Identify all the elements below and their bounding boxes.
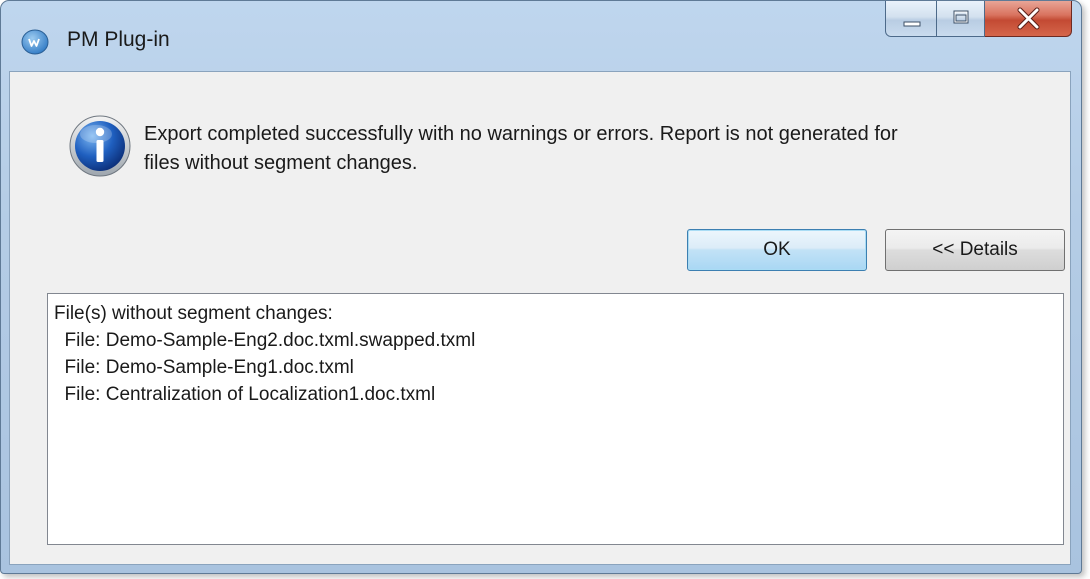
minimize-button[interactable]	[885, 1, 937, 37]
caption-buttons	[885, 1, 1072, 39]
app-icon	[21, 29, 49, 55]
details-file-line: File: Centralization of Localization1.do…	[54, 384, 436, 405]
dialog-message-line-1: Export completed successfully with no wa…	[144, 123, 898, 145]
maximize-icon	[953, 10, 969, 24]
title-bar[interactable]: PM Plug-in	[1, 1, 1081, 71]
close-button[interactable]	[985, 1, 1072, 37]
window-title: PM Plug-in	[67, 28, 170, 51]
details-text-area[interactable]: File(s) without segment changes: File: D…	[47, 293, 1064, 545]
dialog-client-area: Export completed successfully with no wa…	[9, 71, 1071, 565]
details-file-line: File: Demo-Sample-Eng2.doc.txml.swapped.…	[54, 330, 476, 351]
dialog-message: Export completed successfully with no wa…	[144, 120, 1044, 178]
ok-button[interactable]: OK	[687, 229, 867, 271]
maximize-button[interactable]	[937, 1, 985, 37]
minimize-icon	[903, 21, 921, 27]
details-header: File(s) without segment changes:	[54, 303, 333, 324]
dialog-message-line-2: files without segment changes.	[144, 152, 418, 174]
information-icon	[68, 114, 132, 178]
close-icon	[1017, 7, 1040, 30]
dialog-window: PM Plug-in Export completed successfully…	[0, 0, 1082, 574]
details-toggle-button[interactable]: << Details	[885, 229, 1065, 271]
details-file-line: File: Demo-Sample-Eng1.doc.txml	[54, 357, 354, 378]
